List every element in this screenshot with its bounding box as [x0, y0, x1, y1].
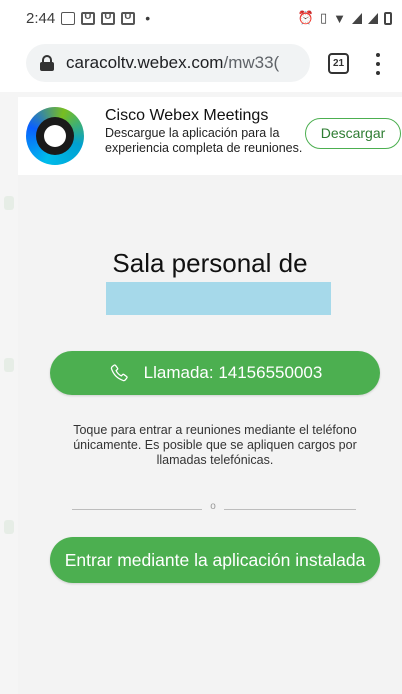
notification-dot: •	[145, 10, 151, 26]
url-text: caracoltv.webex.com/mw33(	[66, 53, 279, 73]
browser-toolbar: caracoltv.webex.com/mw33( 21	[0, 36, 402, 92]
separator-text: o	[210, 501, 216, 512]
url-host: caracoltv.webex.com	[66, 53, 224, 72]
app-banner: Cisco Webex Meetings Descargue la aplica…	[18, 97, 402, 175]
webex-logo	[26, 107, 84, 165]
download-button[interactable]: Descargar	[305, 118, 401, 149]
battery-icon	[384, 11, 392, 25]
divider	[72, 509, 202, 510]
u-app-icon	[101, 11, 116, 25]
room-title: Sala personal de	[112, 248, 308, 278]
call-button-label: Llamada: 14156550003	[143, 363, 323, 382]
call-note: Toque para entrar a reuniones mediante e…	[73, 423, 357, 467]
lock-icon	[40, 55, 54, 71]
wifi-icon: ▼	[333, 10, 346, 26]
u-app-icon	[81, 11, 96, 25]
meeting-room-card: Sala personal de Llamada: 14156550003 To…	[18, 175, 402, 694]
banner-description: Descargue la aplicación para la experien…	[105, 126, 303, 155]
signal-icon	[368, 12, 378, 24]
join-app-button[interactable]: Entrar mediante la aplicación instalada	[50, 537, 380, 583]
status-bar: 2:44 • ⏰ ▯ ▼	[0, 0, 402, 36]
document-icon	[61, 11, 76, 25]
redacted-name	[106, 282, 331, 315]
vibrate-icon: ▯	[319, 10, 328, 25]
overflow-menu-icon[interactable]	[374, 53, 382, 75]
u-app-icon	[121, 11, 136, 25]
tab-switcher-button[interactable]: 21	[328, 53, 349, 74]
status-time: 2:44	[26, 9, 56, 27]
alarm-icon: ⏰	[297, 10, 314, 25]
address-bar[interactable]: caracoltv.webex.com/mw33(	[26, 44, 310, 82]
signal-icon	[352, 12, 362, 24]
divider	[224, 509, 356, 510]
url-path: /mw33(	[223, 53, 280, 72]
phone-icon	[110, 364, 128, 382]
banner-title: Cisco Webex Meetings	[105, 107, 269, 124]
call-button[interactable]: Llamada: 14156550003	[50, 351, 380, 395]
